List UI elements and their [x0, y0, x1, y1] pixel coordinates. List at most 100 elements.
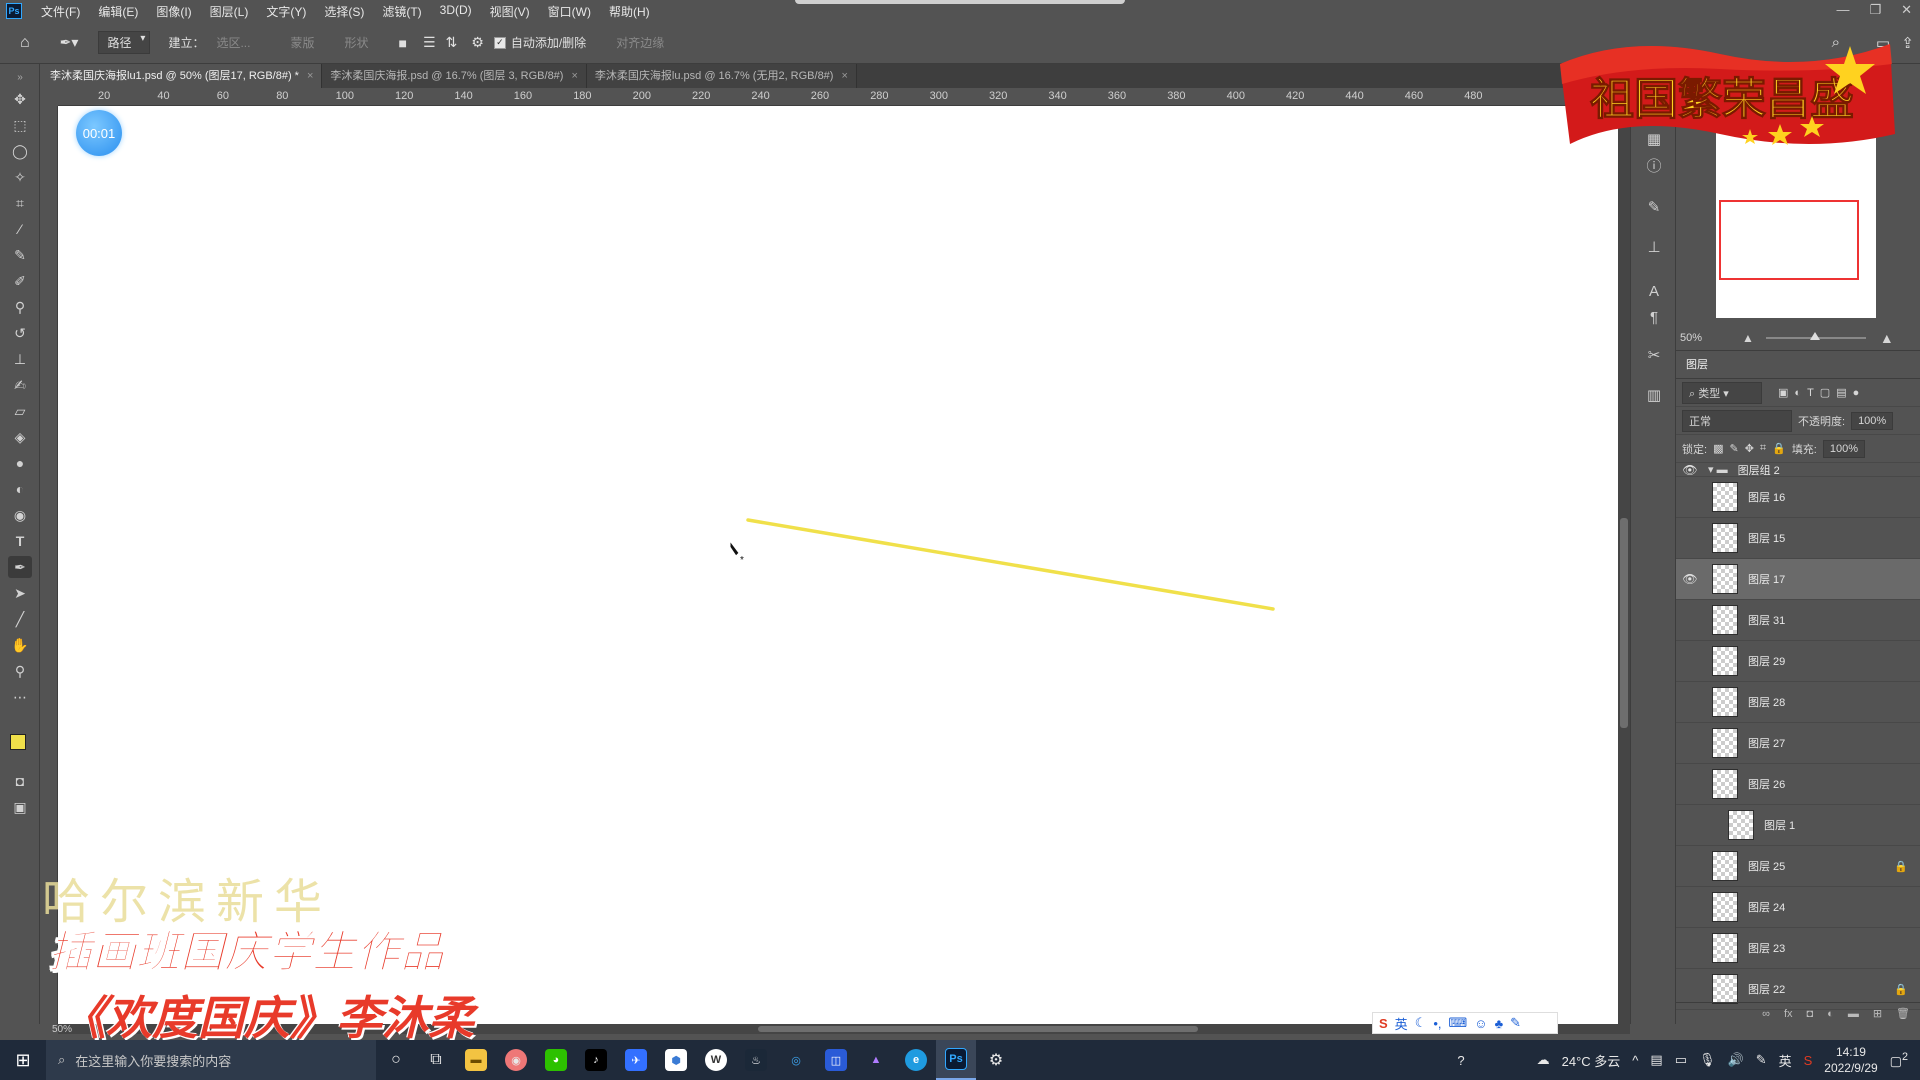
- layer-name[interactable]: 图层 27: [1748, 735, 1785, 751]
- eye-icon[interactable]: 👁: [1676, 463, 1704, 476]
- dodge-tool-icon[interactable]: ◐: [8, 478, 32, 500]
- layer-thumbnail[interactable]: [1712, 769, 1738, 799]
- character-icon[interactable]: A: [1643, 280, 1665, 302]
- photoshop-taskbar-icon[interactable]: Ps: [936, 1040, 976, 1080]
- pen-mode-select[interactable]: 路径: [98, 31, 151, 54]
- layer-thumbnail[interactable]: [1712, 646, 1738, 676]
- app-icon[interactable]: ⬢: [656, 1040, 696, 1080]
- filter-shape-icon[interactable]: ▢: [1820, 386, 1830, 399]
- tab-document-2[interactable]: 李沐柔国庆海报.psd @ 16.7% (图层 3, RGB/8#) ×: [322, 64, 587, 88]
- filter-toggle-icon[interactable]: ●: [1853, 387, 1860, 399]
- history-brush-tool-icon[interactable]: ↺: [8, 322, 32, 344]
- brush-settings-icon[interactable]: ✎: [1643, 196, 1665, 218]
- layer-thumbnail[interactable]: [1712, 892, 1738, 922]
- close-tab-icon[interactable]: ×: [571, 70, 577, 82]
- lock-artboard-icon[interactable]: ⌗: [1760, 442, 1766, 455]
- settings-icon[interactable]: ⚙: [976, 1040, 1016, 1080]
- close-tab-icon[interactable]: ×: [841, 70, 847, 82]
- layer-name[interactable]: 图层 16: [1748, 489, 1785, 505]
- stamp-tool-icon[interactable]: ⊥: [8, 348, 32, 370]
- zoom-in-icon[interactable]: ▲: [1880, 330, 1894, 346]
- healing-brush-tool-icon[interactable]: ✎: [8, 244, 32, 266]
- steam-icon[interactable]: ♨: [736, 1040, 776, 1080]
- filter-smart-object-icon[interactable]: ▤: [1836, 386, 1846, 399]
- eye-icon[interactable]: 👁: [1676, 572, 1704, 586]
- blend-mode-select[interactable]: 正常: [1682, 409, 1792, 432]
- menu-item[interactable]: 编辑(E): [89, 3, 147, 20]
- close-tab-icon[interactable]: ×: [307, 70, 313, 82]
- menu-item[interactable]: 视图(V): [481, 3, 539, 20]
- close-icon[interactable]: ✕: [1901, 2, 1912, 18]
- ime-language[interactable]: 英: [1395, 1014, 1408, 1033]
- zoom-out-icon[interactable]: ▲: [1742, 331, 1754, 345]
- screen-mode-icon[interactable]: ▣: [8, 796, 32, 818]
- scroll-thumb[interactable]: [758, 1026, 1198, 1032]
- menu-item[interactable]: 滤镜(T): [373, 3, 430, 20]
- auto-add-delete-checkbox[interactable]: ✓ 自动添加/删除: [493, 34, 586, 51]
- menu-item[interactable]: 帮助(H): [600, 3, 659, 20]
- sogou-icon[interactable]: S: [1804, 1053, 1813, 1068]
- align-edges-checkbox[interactable]: 对齐边缘: [616, 34, 664, 51]
- task-view-icon[interactable]: ⧉: [416, 1040, 456, 1080]
- wrench-icon[interactable]: ✎: [1510, 1015, 1521, 1031]
- blur-tool-icon[interactable]: ●: [8, 452, 32, 474]
- hand-tool-icon[interactable]: ✋: [8, 634, 32, 656]
- lasso-tool-icon[interactable]: ◯: [8, 140, 32, 162]
- adjustment-layer-icon[interactable]: ◐: [1827, 1008, 1834, 1020]
- punctuation-icon[interactable]: •,: [1433, 1016, 1441, 1031]
- browser-icon[interactable]: ◉: [496, 1040, 536, 1080]
- layer-name[interactable]: 图层 22: [1748, 981, 1785, 997]
- windows-start-icon[interactable]: ⊞: [0, 1040, 46, 1080]
- microphone-icon[interactable]: 🎙: [1699, 1052, 1716, 1068]
- marquee-tool-icon[interactable]: ⬚: [8, 114, 32, 136]
- layers-panel-title[interactable]: 图层: [1676, 351, 1920, 379]
- layer-row[interactable]: 图层 27: [1676, 723, 1920, 764]
- foreground-color-swatch[interactable]: [10, 734, 26, 750]
- layer-row[interactable]: 图层 24: [1676, 887, 1920, 928]
- lock-all-icon[interactable]: 🔒: [1772, 442, 1786, 455]
- chevron-up-icon[interactable]: ^: [1632, 1053, 1638, 1068]
- layer-name[interactable]: 图层 23: [1748, 940, 1785, 956]
- layer-name[interactable]: 图层 17: [1748, 571, 1785, 587]
- gear-icon[interactable]: ⚙: [471, 34, 484, 51]
- menu-item[interactable]: 文件(F): [32, 3, 89, 20]
- eraser-tool-icon[interactable]: ▱: [8, 400, 32, 422]
- layer-thumbnail[interactable]: [1712, 851, 1738, 881]
- layer-thumbnail[interactable]: [1712, 564, 1738, 594]
- navigator-zoom-value[interactable]: 50%: [1680, 332, 1702, 344]
- layer-thumbnail[interactable]: [1712, 728, 1738, 758]
- fill-input[interactable]: 100%: [1822, 439, 1866, 458]
- layer-thumbnail[interactable]: [1712, 605, 1738, 635]
- layer-name[interactable]: 图层 26: [1748, 776, 1785, 792]
- collapse-toolbar-icon[interactable]: »: [8, 66, 32, 88]
- clone-source-icon[interactable]: ⊥: [1643, 236, 1665, 258]
- user-icon[interactable]: ☺: [1474, 1016, 1487, 1031]
- add-mask-icon[interactable]: ◘: [1807, 1008, 1814, 1020]
- eyedropper-tool-icon[interactable]: ⁄: [8, 218, 32, 240]
- filter-type-icon[interactable]: T: [1807, 387, 1814, 399]
- layer-row[interactable]: 图层 25 🔒: [1676, 846, 1920, 887]
- filter-adjustment-icon[interactable]: ◐: [1794, 387, 1801, 399]
- layer-thumbnail[interactable]: [1712, 974, 1738, 1004]
- wps-icon[interactable]: W: [696, 1040, 736, 1080]
- cortana-icon[interactable]: ○: [376, 1040, 416, 1080]
- path-selection-tool-icon[interactable]: ➤: [8, 582, 32, 604]
- zoom-slider[interactable]: [1765, 332, 1866, 340]
- ime-indicator[interactable]: 英: [1779, 1051, 1792, 1070]
- navigator-view-box[interactable]: [1719, 200, 1859, 280]
- libraries-icon[interactable]: ▥: [1643, 384, 1665, 406]
- layer-name[interactable]: 图层 24: [1748, 899, 1785, 915]
- app-icon[interactable]: ◫: [816, 1040, 856, 1080]
- line-tool-icon[interactable]: ╱: [8, 608, 32, 630]
- scroll-thumb[interactable]: [1620, 518, 1628, 728]
- layer-thumbnail[interactable]: [1712, 933, 1738, 963]
- layer-row[interactable]: 图层 29: [1676, 641, 1920, 682]
- new-layer-icon[interactable]: ⊞: [1873, 1007, 1882, 1020]
- link-layers-icon[interactable]: ∞: [1762, 1008, 1770, 1020]
- layer-row[interactable]: 图层 26: [1676, 764, 1920, 805]
- feishu-icon[interactable]: ✈: [616, 1040, 656, 1080]
- layer-name[interactable]: 图层 1: [1764, 817, 1795, 833]
- shape-button[interactable]: 形状: [345, 34, 369, 51]
- menu-item[interactable]: 选择(S): [315, 3, 373, 20]
- move-tool-icon[interactable]: ✥: [8, 88, 32, 110]
